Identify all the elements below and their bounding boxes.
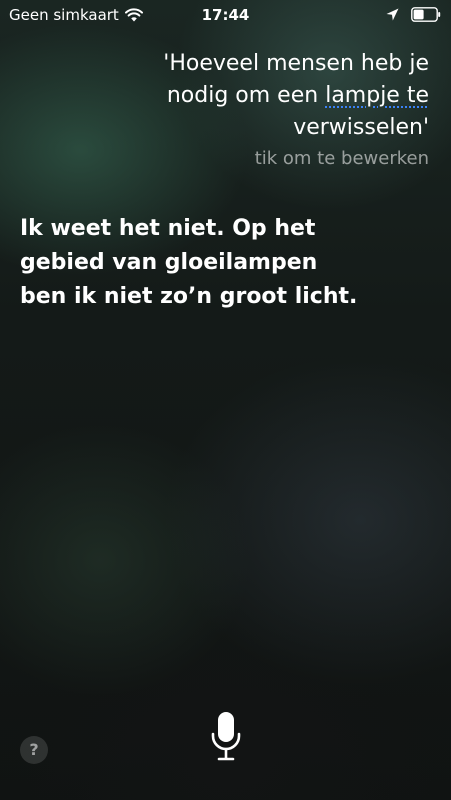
tap-to-edit-hint[interactable]: tik om te bewerken [99, 148, 429, 169]
query-line-3: verwisselen' [293, 115, 429, 140]
status-time: 17:44 [201, 6, 250, 24]
microphone-icon[interactable] [208, 710, 244, 766]
query-text[interactable]: 'Hoeveel mensen heb je nodig om een lamp… [99, 48, 429, 144]
status-right-group [386, 7, 441, 22]
answer-line-2: gebied van gloeilampen [20, 250, 318, 275]
siri-query[interactable]: 'Hoeveel mensen heb je nodig om een lamp… [99, 48, 429, 169]
help-button[interactable]: ? [20, 736, 48, 764]
answer-line-1: Ik weet het niet. Op het [20, 216, 316, 241]
battery-icon [411, 7, 441, 22]
query-underlined-word[interactable]: lampje te [325, 83, 429, 108]
siri-answer: Ik weet het niet. Op het gebied van gloe… [20, 212, 430, 314]
location-arrow-icon [386, 8, 399, 21]
query-line-1: 'Hoeveel mensen heb je [163, 51, 429, 76]
status-bar: Geen simkaart 17:44 [0, 0, 451, 32]
query-line-2-start: nodig om een [166, 83, 326, 108]
answer-line-3: ben ik niet zo’n groot licht. [20, 284, 358, 309]
query-line-2: nodig om een lampje te [99, 80, 429, 112]
